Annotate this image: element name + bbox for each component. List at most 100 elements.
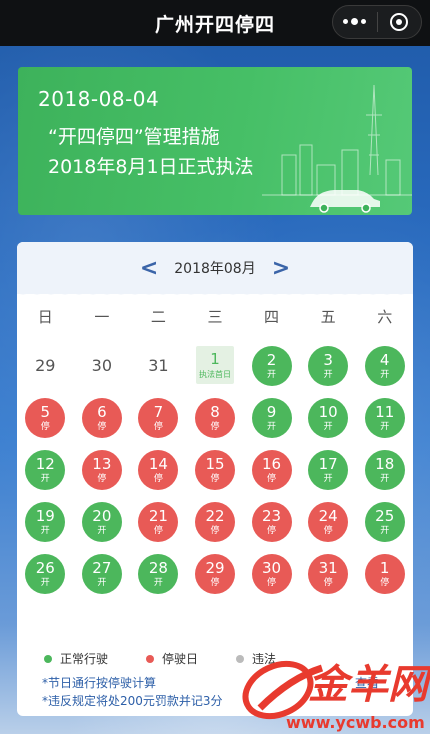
day-stop[interactable]: 31 停 — [308, 554, 349, 594]
day-number: 31 — [318, 558, 338, 577]
day-open[interactable]: 27 开 — [81, 554, 122, 594]
day-open[interactable]: 10 开 — [308, 398, 349, 438]
day-status-tag: 停 — [153, 473, 163, 484]
day-open[interactable]: 2开 — [251, 346, 292, 386]
calendar-cell: 7停 — [130, 398, 187, 438]
day-stop[interactable]: 24 停 — [308, 502, 349, 542]
calendar-cell: 29 — [17, 346, 74, 386]
day-stop[interactable]: 23 停 — [251, 502, 292, 542]
close-button[interactable] — [378, 6, 422, 38]
day-number: 26 — [35, 558, 55, 577]
calendar-cell: 4开 — [356, 346, 413, 386]
day-open[interactable]: 25 开 — [364, 502, 405, 542]
calendar-cell: 10 开 — [300, 398, 357, 438]
legend-item: 正常行驶 — [44, 650, 108, 667]
legend-label: 正常行驶 — [60, 652, 109, 666]
legend-item: 停驶日 — [146, 650, 198, 667]
day-number: 29 — [205, 558, 225, 577]
day-number: 8 — [210, 402, 220, 421]
day-open[interactable]: 17 开 — [308, 450, 349, 490]
day-stop[interactable]: 16 停 — [251, 450, 292, 490]
day-status-tag: 开 — [323, 473, 333, 484]
day-number: 27 — [92, 558, 112, 577]
weekday-label: 四 — [264, 308, 280, 326]
calendar-cell: 17 开 — [300, 450, 357, 490]
day-status-tag: 开 — [380, 369, 390, 380]
banner-subline: 2018年8月1日正式执法 — [48, 156, 254, 178]
day-open[interactable]: 28 开 — [138, 554, 179, 594]
day-first[interactable]: 1 执法首日 — [195, 346, 234, 384]
day-status-tag: 开 — [323, 421, 333, 432]
policy-banner: 2018-08-04 “开四停四”管理措施 2018年8月1日正式执法 — [18, 67, 412, 215]
day-open[interactable]: 26 开 — [25, 554, 66, 594]
day-number: 11 — [375, 402, 395, 421]
day-number: 31 — [148, 356, 169, 375]
day-number: 7 — [153, 402, 164, 421]
day-number: 5 — [40, 402, 51, 421]
calendar-cell: 24 停 — [300, 502, 357, 542]
day-stop[interactable]: 5停 — [25, 398, 66, 438]
calendar-cell: 13 停 — [74, 450, 131, 490]
calendar-cell: 14 停 — [130, 450, 187, 490]
day-status-tag: 停 — [153, 421, 163, 432]
day-open[interactable]: 11 开 — [364, 398, 405, 438]
day-stop[interactable]: 8停 — [194, 398, 235, 438]
weekday-label: 一 — [94, 308, 110, 326]
more-button[interactable] — [333, 6, 377, 38]
day-number: 13 — [92, 454, 112, 473]
day-open[interactable]: 19 开 — [25, 502, 66, 542]
day-number: 23 — [262, 506, 282, 525]
day-stop[interactable]: 13 停 — [81, 450, 122, 490]
calendar-cell: 25 开 — [356, 502, 413, 542]
day-number: 2 — [266, 350, 277, 369]
day-stop[interactable]: 30 停 — [251, 554, 292, 594]
day-status-tag: 开 — [267, 421, 277, 432]
calendar-cell: 16 停 — [243, 450, 300, 490]
day-number: 16 — [262, 454, 282, 473]
day-status-tag: 开 — [380, 473, 390, 484]
calendar-header: < 2018年08月 > — [17, 242, 413, 298]
banner-headline: “开四停四”管理措施 — [48, 126, 220, 148]
calendar-card: < 2018年08月 > 日一二三四五六 29 30 31 1 执法首日 2 开 3 开 4 开 5 停… — [17, 242, 413, 716]
day-number: 17 — [318, 454, 338, 473]
day-status-tag: 停 — [323, 577, 333, 588]
day-stop[interactable]: 15 停 — [194, 450, 235, 490]
calendar-cell: 18 开 — [356, 450, 413, 490]
day-stop[interactable]: 14 停 — [138, 450, 179, 490]
day-stop[interactable]: 6停 — [81, 398, 122, 438]
day-status-tag: 开 — [97, 577, 107, 588]
day-number: 10 — [318, 402, 338, 421]
legend-label: 停驶日 — [162, 652, 199, 666]
day-status-tag: 开 — [153, 577, 163, 588]
banner-date: 2018-08-04 — [38, 87, 160, 111]
calendar-cell: 12 开 — [17, 450, 74, 490]
calendar-cell: 31 — [130, 346, 187, 386]
day-open[interactable]: 3开 — [308, 346, 349, 386]
day-number: 24 — [318, 506, 338, 525]
day-number: 18 — [375, 454, 395, 473]
day-open[interactable]: 20 开 — [81, 502, 122, 542]
check-link[interactable]: 查看 — [355, 674, 379, 691]
day-number: 6 — [97, 402, 107, 421]
prev-month-button[interactable]: < — [140, 256, 158, 281]
calendar-cell: 28 开 — [130, 554, 187, 594]
next-month-button[interactable]: > — [272, 256, 290, 281]
day-number: 30 — [262, 558, 282, 577]
day-stop[interactable]: 7停 — [138, 398, 179, 438]
day-status-tag: 开 — [380, 525, 390, 536]
day-stop[interactable]: 21 停 — [138, 502, 179, 542]
note-holiday: *节日通行按停驶计算 — [42, 676, 157, 690]
day-open[interactable]: 18 开 — [364, 450, 405, 490]
day-open[interactable]: 9开 — [251, 398, 292, 438]
day-status-tag: 停 — [380, 577, 390, 588]
day-stop[interactable]: 22 停 — [194, 502, 235, 542]
day-open[interactable]: 4开 — [364, 346, 405, 386]
day-open[interactable]: 12 开 — [25, 450, 66, 490]
day-status-tag: 开 — [40, 577, 50, 588]
day-status-tag: 开 — [40, 525, 50, 536]
current-month: 2018年08月 — [174, 261, 256, 277]
day-status-tag: 停 — [210, 421, 220, 432]
title-bar: 广州开四停四 — [0, 0, 430, 46]
day-stop[interactable]: 29 停 — [194, 554, 235, 594]
day-stop[interactable]: 1停 — [364, 554, 405, 594]
